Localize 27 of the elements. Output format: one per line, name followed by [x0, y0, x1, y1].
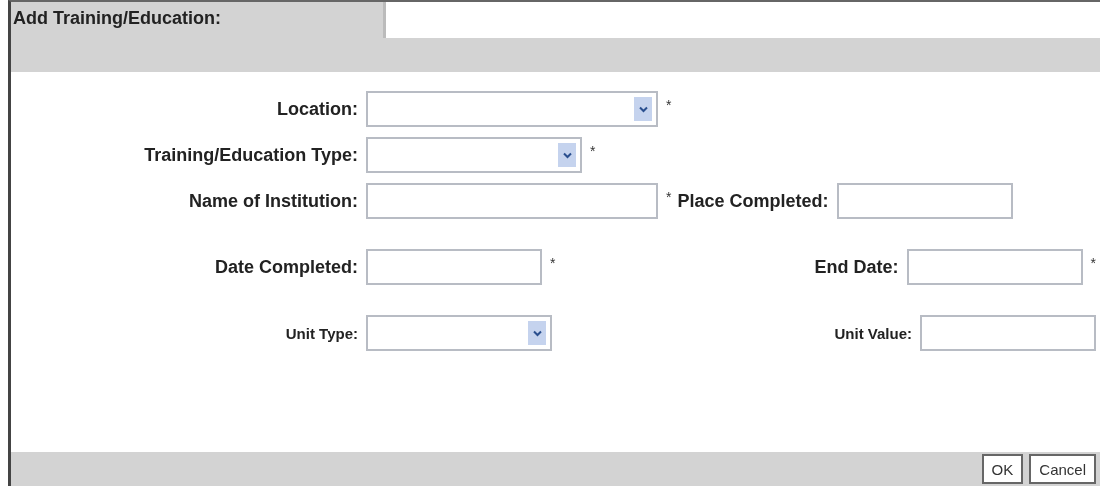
field-label: Place Completed: — [677, 190, 829, 212]
input-field[interactable] — [366, 183, 658, 219]
field-label: Date Completed: — [214, 256, 358, 278]
chevron-down-icon — [634, 97, 652, 121]
dropdown[interactable] — [366, 137, 582, 173]
field-label: Training/Education Type: — [143, 144, 358, 166]
required-mark: * — [590, 143, 596, 159]
field-label: End Date: — [814, 256, 899, 278]
dropdown[interactable] — [366, 91, 658, 127]
input-field[interactable] — [906, 249, 1083, 285]
cancel-button[interactable]: Cancel — [1029, 454, 1096, 484]
field-label: Location: — [276, 98, 358, 120]
chevron-down-icon — [558, 143, 576, 167]
field-label: Unit Type: — [284, 324, 358, 342]
required-mark: * — [666, 189, 672, 205]
input-field[interactable] — [920, 315, 1096, 351]
chevron-down-icon — [528, 321, 546, 345]
required-mark: * — [550, 255, 556, 271]
dialog-title: Add Training/Education: — [11, 2, 386, 38]
dropdown[interactable] — [366, 315, 552, 351]
ok-button[interactable]: OK — [981, 454, 1024, 484]
required-mark: * — [666, 97, 672, 113]
required-mark: * — [1090, 255, 1096, 271]
field-label: Name of Institution: — [188, 190, 358, 212]
field-label: Unit Value: — [834, 324, 912, 342]
input-field[interactable] — [366, 249, 542, 285]
input-field[interactable] — [836, 183, 1013, 219]
